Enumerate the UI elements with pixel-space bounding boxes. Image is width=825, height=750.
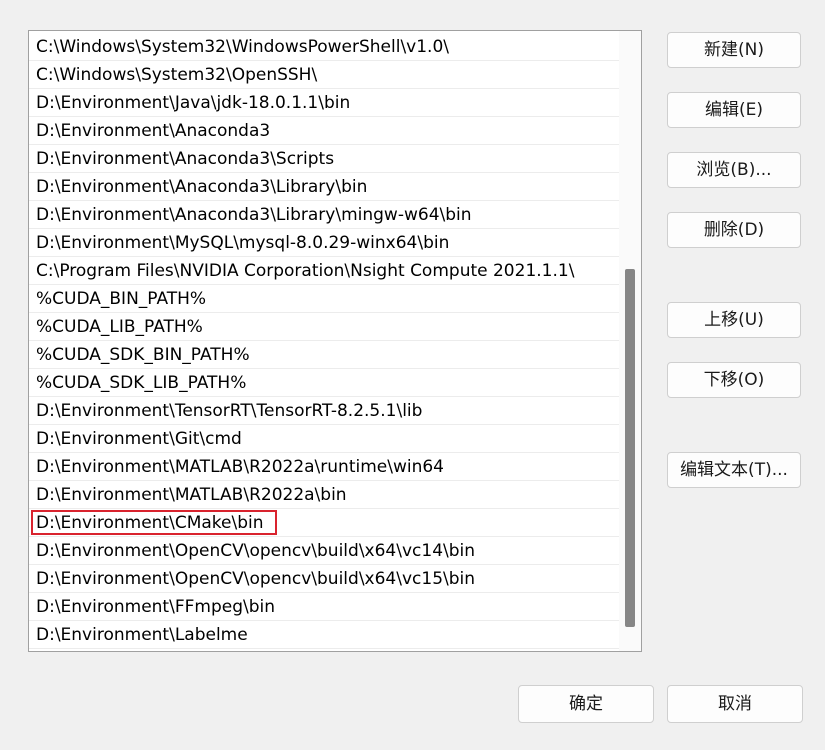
list-item[interactable]: D:\Environment\MATLAB\R2022a\bin (29, 481, 621, 509)
list-item[interactable]: %CUDA_SDK_BIN_PATH% (29, 341, 621, 369)
delete-button[interactable]: 删除(D) (667, 212, 801, 248)
list-item[interactable]: C:\Windows\System32\OpenSSH\ (29, 61, 621, 89)
list-item[interactable]: %CUDA_BIN_PATH% (29, 285, 621, 313)
list-item[interactable]: C:\Program Files\NVIDIA Corporation\Nsig… (29, 257, 621, 285)
move-down-button[interactable]: 下移(O) (667, 362, 801, 398)
ok-button[interactable]: 确定 (518, 685, 654, 723)
list-item[interactable]: D:\Environment\FFmpeg\bin (29, 593, 621, 621)
path-list[interactable]: C:\Windows\System32\WindowsPowerShell\v1… (28, 30, 642, 652)
list-item[interactable]: D:\Environment\Anaconda3 (29, 117, 621, 145)
cancel-button[interactable]: 取消 (667, 685, 803, 723)
new-button[interactable]: 新建(N) (667, 32, 801, 68)
list-item[interactable]: D:\Environment\MATLAB\R2022a\runtime\win… (29, 453, 621, 481)
scrollbar-thumb[interactable] (625, 269, 635, 627)
list-item-highlighted[interactable]: D:\Environment\CMake\bin (29, 509, 621, 537)
list-item[interactable]: D:\Environment\Labelme (29, 621, 621, 649)
list-item[interactable]: D:\Environment\Java\jdk-18.0.1.1\bin (29, 89, 621, 117)
vertical-scrollbar[interactable] (619, 31, 641, 651)
move-up-button[interactable]: 上移(U) (667, 302, 801, 338)
browse-button[interactable]: 浏览(B)... (667, 152, 801, 188)
path-list-items: C:\Windows\System32\WindowsPowerShell\v1… (29, 33, 621, 649)
list-item[interactable]: C:\Windows\System32\WindowsPowerShell\v1… (29, 33, 621, 61)
list-item[interactable]: D:\Environment\Git\cmd (29, 425, 621, 453)
list-item[interactable]: D:\Environment\OpenCV\opencv\build\x64\v… (29, 537, 621, 565)
list-item[interactable]: D:\Environment\Anaconda3\Scripts (29, 145, 621, 173)
list-item[interactable]: %CUDA_SDK_LIB_PATH% (29, 369, 621, 397)
edit-text-button[interactable]: 编辑文本(T)... (667, 452, 801, 488)
list-item[interactable]: D:\Environment\TensorRT\TensorRT-8.2.5.1… (29, 397, 621, 425)
list-item[interactable]: D:\Environment\Anaconda3\Library\bin (29, 173, 621, 201)
list-item[interactable]: D:\Environment\Anaconda3\Library\mingw-w… (29, 201, 621, 229)
list-item[interactable]: D:\Environment\OpenCV\opencv\build\x64\v… (29, 565, 621, 593)
list-item[interactable]: D:\Environment\MySQL\mysql-8.0.29-winx64… (29, 229, 621, 257)
edit-button[interactable]: 编辑(E) (667, 92, 801, 128)
list-item[interactable]: %CUDA_LIB_PATH% (29, 313, 621, 341)
